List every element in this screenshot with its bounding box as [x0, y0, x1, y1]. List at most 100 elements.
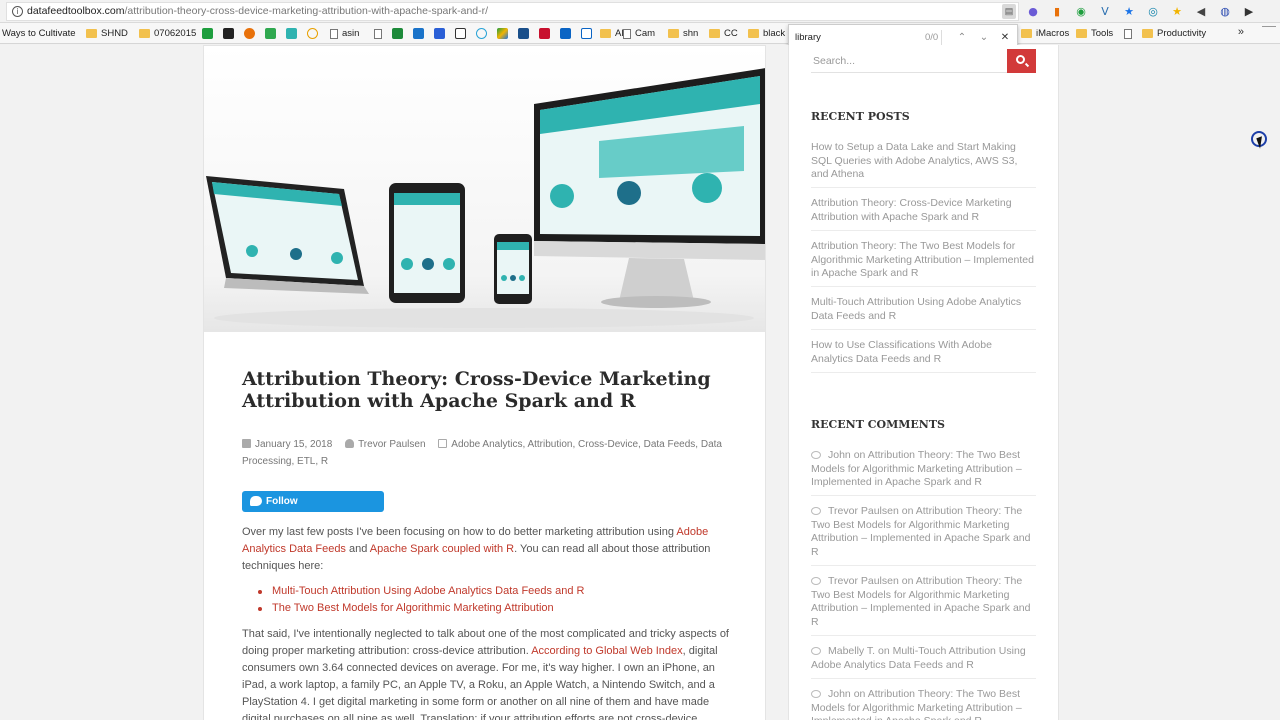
- url-field[interactable]: i datafeedtoolbox.com/attribution-theory…: [6, 2, 1019, 21]
- address-bar: i datafeedtoolbox.com/attribution-theory…: [0, 0, 1280, 23]
- bookmark-item[interactable]: [244, 26, 255, 41]
- green-a-icon: [202, 28, 213, 39]
- extension-icon-arrow[interactable]: ▶: [1240, 4, 1258, 19]
- phone-graphic: [494, 234, 532, 304]
- cross-device-paragraph: That said, I've intentionally neglected …: [242, 626, 732, 720]
- post-categories-continued[interactable]: Processing, ETL, R: [242, 456, 328, 467]
- apache-spark-link[interactable]: Apache Spark coupled with R: [370, 543, 514, 555]
- bookmark-label: Tools: [1091, 28, 1114, 39]
- blue-a-icon: [434, 28, 445, 39]
- comment-on: on: [898, 505, 916, 517]
- bookmarks-overflow-button[interactable]: »: [1238, 26, 1244, 38]
- desktop-monitor-graphic: [534, 68, 765, 308]
- post-categories[interactable]: Adobe Analytics, Attribution, Cross-Devi…: [451, 439, 722, 450]
- list-item[interactable]: Multi-Touch Attribution Using Adobe Anal…: [258, 583, 728, 600]
- recent-post-link[interactable]: How to Setup a Data Lake and Start Makin…: [811, 141, 1036, 182]
- bookmark-item[interactable]: [581, 26, 592, 41]
- post-date[interactable]: January 15, 2018: [255, 439, 332, 450]
- twitter-follow-button[interactable]: Follow @TrevorHPaulsen: [242, 491, 384, 528]
- calendar-icon: [242, 439, 251, 448]
- bookmark-item[interactable]: [413, 26, 424, 41]
- bookmark-item[interactable]: [455, 26, 466, 41]
- comment-on: on: [850, 449, 868, 461]
- bookmark-item[interactable]: [374, 26, 382, 41]
- extension-icon-megaphone[interactable]: ◀: [1192, 4, 1210, 19]
- bookmark-item[interactable]: Ways to Cultivate: [2, 26, 76, 41]
- extension-icon-globe[interactable]: ◍: [1216, 4, 1234, 19]
- bookmark-item[interactable]: [1124, 26, 1132, 41]
- extension-icon-chart[interactable]: ▮: [1048, 4, 1066, 19]
- recent-post-link[interactable]: Attribution Theory: Cross-Device Marketi…: [811, 197, 1036, 224]
- list-item[interactable]: The Two Best Models for Algorithmic Mark…: [258, 600, 728, 617]
- bookmark-item[interactable]: [476, 26, 487, 41]
- bookmark-folder[interactable]: Productivity: [1142, 26, 1206, 41]
- bookmark-folder[interactable]: black: [748, 26, 785, 41]
- bookmark-item[interactable]: Cam: [623, 26, 655, 41]
- page-action-icon[interactable]: ▤: [1002, 4, 1016, 19]
- bookmark-item[interactable]: [223, 26, 234, 41]
- recent-post-link[interactable]: Multi-Touch Attribution Using Adobe Anal…: [811, 296, 1036, 323]
- document-icon: [374, 28, 382, 39]
- bookmark-folder[interactable]: SHND: [86, 26, 128, 41]
- bookmark-item[interactable]: [539, 26, 550, 41]
- post-meta: January 15, 2018 Trevor Paulsen Adobe An…: [242, 436, 732, 470]
- recent-post-link[interactable]: How to Use Classifications With Adobe An…: [811, 339, 1036, 366]
- info-icon[interactable]: i: [12, 6, 23, 17]
- outlook-icon: [560, 28, 571, 39]
- bookmark-folder[interactable]: 07062015: [139, 26, 196, 41]
- other-bookmarks-folder[interactable]: [1262, 26, 1276, 40]
- bookmark-label: Ways to Cultivate: [2, 28, 76, 39]
- green-arrows-icon: [265, 28, 276, 39]
- twitter-bird-icon: [250, 496, 262, 506]
- recent-post-link[interactable]: Attribution Theory: The Two Best Models …: [811, 240, 1036, 281]
- search-button[interactable]: [1007, 49, 1036, 73]
- bookmark-item[interactable]: [307, 26, 318, 41]
- folder-icon: [748, 29, 759, 38]
- laptop-graphic: [206, 176, 369, 294]
- amazon-icon: [223, 28, 234, 39]
- bookmark-star-icon[interactable]: ★: [1120, 4, 1138, 19]
- extension-icon-green[interactable]: ◉: [1072, 4, 1090, 19]
- teal-swirl-icon: [286, 28, 297, 39]
- find-input[interactable]: library: [795, 32, 821, 43]
- tablet-graphic: [389, 183, 465, 303]
- comment-icon: [811, 577, 821, 585]
- bookmark-label: black: [763, 28, 786, 39]
- comment-on: on: [875, 645, 893, 657]
- bookmark-item[interactable]: [392, 26, 403, 41]
- extension-icon-star[interactable]: ★: [1168, 4, 1186, 19]
- bookmark-item[interactable]: [560, 26, 571, 41]
- bookmark-folder[interactable]: shn: [668, 26, 698, 41]
- extension-icon-purple[interactable]: ●: [1024, 4, 1042, 19]
- bookmark-item[interactable]: [286, 26, 297, 41]
- responsive-devices-illustration: [206, 68, 765, 328]
- search-icon: [1016, 55, 1025, 64]
- extension-icon-o[interactable]: ◎: [1144, 4, 1162, 19]
- bookmark-item[interactable]: [202, 26, 213, 41]
- hero-image: [204, 46, 765, 332]
- document-icon: [623, 28, 631, 39]
- red-box-icon: [539, 28, 550, 39]
- post-author[interactable]: Trevor Paulsen: [358, 439, 425, 450]
- search-input[interactable]: Search...: [811, 49, 1007, 73]
- global-web-index-link[interactable]: According to Global Web Index: [531, 645, 682, 657]
- extension-icons: ● ▮ ◉ V ★ ◎ ★ ◀ ◍ ▶: [1024, 4, 1258, 20]
- bookmark-folder[interactable]: Tools: [1076, 26, 1113, 41]
- bookmark-item[interactable]: asin: [330, 26, 359, 41]
- divider: [811, 372, 1036, 373]
- folder-icon: [1142, 29, 1153, 38]
- divider: [811, 565, 1036, 566]
- drive-icon: [497, 28, 508, 39]
- bookmark-item[interactable]: [434, 26, 445, 41]
- divider: [811, 286, 1036, 287]
- extension-icon-v[interactable]: V: [1096, 4, 1114, 19]
- bookmark-item[interactable]: [265, 26, 276, 41]
- blue-doc-icon: [518, 28, 529, 39]
- bookmark-item[interactable]: [518, 26, 529, 41]
- comment-author: Trevor Paulsen: [828, 505, 899, 517]
- bookmark-folder[interactable]: iMacros: [1021, 26, 1069, 41]
- bookmark-item[interactable]: [497, 26, 508, 41]
- folder-icon: [709, 29, 720, 38]
- bookmark-folder[interactable]: CC: [709, 26, 738, 41]
- user-icon: [345, 439, 355, 448]
